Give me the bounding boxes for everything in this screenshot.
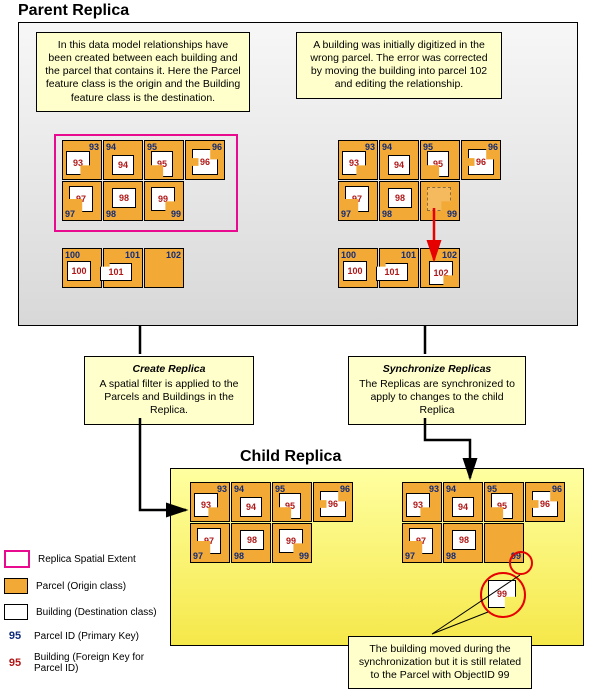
parcel-101: 101 101 <box>103 248 143 288</box>
building-95: 95 <box>151 151 173 177</box>
legend-label-extent: Replica Spatial Extent <box>38 554 136 565</box>
parcel-98-cr: 9898 <box>443 523 483 563</box>
parcel-grid-parent-right-bottom: 100 100 101 101 102 102 <box>338 248 460 288</box>
parcel-102-r: 102 102 <box>420 248 460 288</box>
building-94-r: 94 <box>388 155 410 175</box>
building-95-r: 95 <box>427 151 449 177</box>
parcel-99-c: 9999 <box>272 523 312 563</box>
building-94: 94 <box>112 155 134 175</box>
legend-row-parcel: Parcel (Origin class) <box>4 578 164 594</box>
swatch-fk-icon: 95 <box>4 657 26 669</box>
note-error-correction: A building was initially digitized in th… <box>296 32 502 99</box>
building-101: 101 <box>100 263 132 281</box>
building-96: 96 <box>192 149 218 175</box>
building-100: 100 <box>67 261 91 281</box>
building-98-r: 98 <box>388 188 412 208</box>
parcel-grid-parent-left-top: 93 93 94 94 95 95 96 96 97 97 98 98 99 9… <box>62 140 225 221</box>
parcel-99: 99 99 <box>144 181 184 221</box>
building-93-r: 93 <box>342 151 366 175</box>
parcel-94-cr: 9494 <box>443 482 483 522</box>
building-94-cr: 94 <box>452 497 474 517</box>
parcel-96-cr: 9696 <box>525 482 565 522</box>
parcel-95-cr: 9595 <box>484 482 524 522</box>
parcel-98-c: 9898 <box>231 523 271 563</box>
swatch-parcel-icon <box>4 578 28 594</box>
parcel-97-cr: 9797 <box>402 523 442 563</box>
building-98: 98 <box>112 188 136 208</box>
parcel-grid-child-left: 9393 9494 9595 9696 9797 9898 9999 <box>190 482 353 563</box>
parcel-99-r: 99 <box>420 181 460 221</box>
parcel-93-cr: 9393 <box>402 482 442 522</box>
building-95-cr: 95 <box>491 493 513 519</box>
parcel-101-r: 101 101 <box>379 248 419 288</box>
legend-row-building: Building (Destination class) <box>4 604 164 620</box>
building-93: 93 <box>66 151 90 175</box>
legend-label-parcel: Parcel (Origin class) <box>36 581 126 592</box>
parcel-100-r: 100 100 <box>338 248 378 288</box>
parcel-94-r: 94 94 <box>379 140 419 180</box>
parcel-94: 94 94 <box>103 140 143 180</box>
building-96-r: 96 <box>468 149 494 175</box>
legend: Replica Spatial Extent Parcel (Origin cl… <box>4 550 164 684</box>
parcel-95-r: 95 95 <box>420 140 460 180</box>
legend-row-fk: 95 Building (Foreign Key for Parcel ID) <box>4 652 164 674</box>
building-99: 99 <box>151 187 175 211</box>
parcel-95: 95 95 <box>144 140 184 180</box>
parcel-98-r: 98 98 <box>379 181 419 221</box>
note-data-model: In this data model relationships have be… <box>36 32 250 112</box>
building-98-c: 98 <box>240 530 264 550</box>
parcel-100: 100 100 <box>62 248 102 288</box>
child-replica-title: Child Replica <box>240 448 341 466</box>
note-sync-result: The building moved during the synchroniz… <box>348 636 532 689</box>
swatch-building-icon <box>4 604 28 620</box>
swatch-extent-icon <box>4 550 30 568</box>
parcel-102: 102 <box>144 248 184 288</box>
building-94-c: 94 <box>240 497 262 517</box>
building-96-cr: 96 <box>532 491 558 517</box>
synchronize-replicas-title: Synchronize Replicas <box>359 363 515 376</box>
parcel-97: 97 97 <box>62 181 102 221</box>
create-replica-body: A spatial filter is applied to the Parce… <box>100 378 239 416</box>
create-replica-title: Create Replica <box>95 363 243 376</box>
note-create-replica: Create Replica A spatial filter is appli… <box>84 356 254 425</box>
parcel-grid-child-right: 9393 9494 9595 9696 9797 9898 99 <box>402 482 565 563</box>
diagram-canvas: Parent Replica In this data model relati… <box>0 0 593 697</box>
building-93-cr: 93 <box>406 493 430 517</box>
parcel-99-cr: 99 <box>484 523 524 563</box>
parcel-96-r: 96 96 <box>461 140 501 180</box>
building-102-moved: 102 <box>429 261 453 285</box>
parent-replica-title: Parent Replica <box>18 2 129 20</box>
building-99-c: 99 <box>279 529 303 553</box>
legend-row-extent: Replica Spatial Extent <box>4 550 164 568</box>
parcel-97-c: 9797 <box>190 523 230 563</box>
parcel-grid-parent-left-bottom: 100 100 101 101 102 <box>62 248 184 288</box>
parcel-93-c: 9393 <box>190 482 230 522</box>
parcel-grid-parent-right-top: 93 93 94 94 95 95 96 96 97 97 98 98 99 <box>338 140 501 221</box>
legend-label-pk: Parcel ID (Primary Key) <box>34 631 139 642</box>
parcel-98: 98 98 <box>103 181 143 221</box>
parcel-93: 93 93 <box>62 140 102 180</box>
legend-row-pk: 95 Parcel ID (Primary Key) <box>4 630 164 642</box>
legend-label-building: Building (Destination class) <box>36 607 157 618</box>
building-93-c: 93 <box>194 493 218 517</box>
legend-label-fk: Building (Foreign Key for Parcel ID) <box>34 652 164 674</box>
synchronize-replicas-body: The Replicas are synchronized to apply t… <box>359 378 515 416</box>
parcel-97-r: 97 97 <box>338 181 378 221</box>
swatch-pk-icon: 95 <box>4 630 26 642</box>
note-synchronize-replicas: Synchronize Replicas The Replicas are sy… <box>348 356 526 425</box>
building-99-ghost <box>427 187 451 211</box>
building-95-c: 95 <box>279 493 301 519</box>
building-96-c: 96 <box>320 491 346 517</box>
parcel-96: 96 96 <box>185 140 225 180</box>
parcel-93-r: 93 93 <box>338 140 378 180</box>
building-100-r: 100 <box>343 261 367 281</box>
parcel-96-c: 9696 <box>313 482 353 522</box>
parcel-95-c: 9595 <box>272 482 312 522</box>
building-98-cr: 98 <box>452 530 476 550</box>
parcel-94-c: 9494 <box>231 482 271 522</box>
building-101-r: 101 <box>376 263 408 281</box>
